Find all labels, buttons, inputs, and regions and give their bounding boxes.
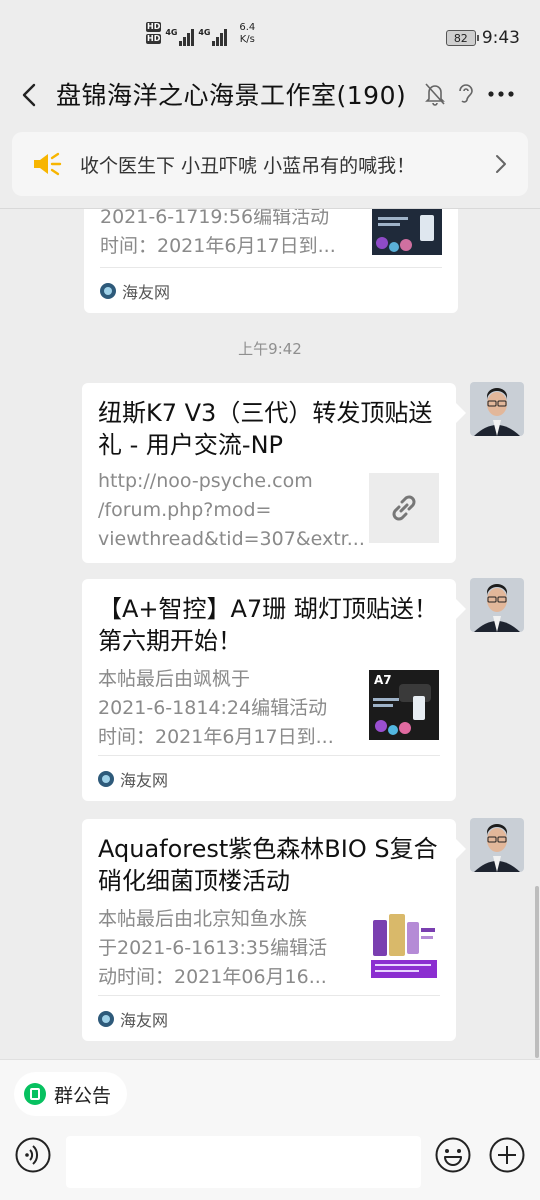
signal-icon: 4G <box>165 22 195 46</box>
title-bar: 盘锦海洋之心海景工作室(190) <box>0 72 540 118</box>
emoji-icon[interactable] <box>434 1136 472 1174</box>
ear-icon <box>459 84 473 103</box>
card-title: 【A+智控】A7珊 瑚灯顶贴送！第六期开始！ <box>98 595 438 655</box>
network-speed-unit: K/s <box>239 34 255 45</box>
bubble-tail <box>456 839 466 859</box>
network-type-label: 4G <box>165 28 178 37</box>
mute-bell-icon <box>425 83 445 106</box>
message-input[interactable] <box>66 1136 421 1188</box>
source-name: 海友网 <box>120 1010 169 1030</box>
bubble-tail <box>456 403 466 423</box>
card-description: 本帖最后由北京知鱼水族 于2021-6-1613:35编辑活 动时间：2021年… <box>98 908 328 988</box>
announcement-text: 收个医生下 小丑吓唬 小蓝吊有的喊我！ <box>80 154 416 177</box>
scrollbar[interactable] <box>535 886 539 1058</box>
chat-title: 盘锦海洋之心海景工作室(190) <box>56 81 407 110</box>
card-description: 本帖最后由飒枫于 2021-6-1814:24编辑活动 时间：2021年6月17… <box>98 668 334 748</box>
avatar[interactable] <box>470 578 524 632</box>
source-name: 海友网 <box>122 282 171 302</box>
group-notice-label: 群公告 <box>54 1084 112 1107</box>
signal-icon: 4G <box>198 22 228 46</box>
source-logo-icon <box>98 770 114 787</box>
thumbnail-label: A7 <box>374 673 392 687</box>
link-thumbnail <box>369 473 439 543</box>
network-speed-value: 6.4 <box>239 22 256 33</box>
bubble-tail <box>456 599 466 619</box>
battery-level: 82 <box>453 31 468 45</box>
card-title: Aquaforest紫色森林BIO S复合硝化细菌顶楼活动 <box>98 835 438 895</box>
source-name: 海友网 <box>120 770 169 790</box>
add-icon[interactable] <box>488 1136 526 1174</box>
shared-link-card[interactable]: 2021-6-1719:56编辑活动 时间：2021年6月17日到... 海友网 <box>84 209 458 313</box>
announcement-banner[interactable]: 收个医生下 小丑吓唬 小蓝吊有的喊我！ <box>12 132 528 196</box>
article-thumbnail <box>372 209 442 255</box>
network-speed: 6.4 K/s <box>239 22 255 46</box>
card-source: 海友网 <box>98 755 440 801</box>
source-logo-icon <box>98 1010 114 1027</box>
group-notice-button[interactable]: 群公告 <box>14 1072 128 1116</box>
chevron-right-icon <box>496 155 506 173</box>
hd-badge: HD <box>146 34 162 44</box>
article-thumbnail <box>369 910 439 980</box>
card-description: 2021-6-1719:56编辑活动 时间：2021年6月17日到... <box>100 209 336 257</box>
card-source: 海友网 <box>98 995 440 1041</box>
shared-link-card[interactable]: Aquaforest紫色森林BIO S复合硝化细菌顶楼活动 本帖最后由北京知鱼水… <box>82 819 466 1041</box>
status-right: 82 9:43 <box>445 28 520 48</box>
bottom-panel: 群公告 <box>0 1059 540 1200</box>
network-type-label: 4G <box>198 28 211 37</box>
card-source: 海友网 <box>100 267 442 313</box>
voice-icon[interactable] <box>14 1136 52 1174</box>
shared-link-card[interactable]: 纽斯K7 V3（三代）转发顶贴送礼 - 用户交流-NP http://noo-p… <box>82 383 466 563</box>
group-notice-icon <box>24 1083 46 1105</box>
article-thumbnail: A7 <box>369 670 439 740</box>
clock: 9:43 <box>481 28 520 48</box>
back-icon[interactable] <box>16 80 46 110</box>
source-logo-icon <box>100 282 116 299</box>
status-bar: HD HD 4G 4G 6.4 K/s 82 9:43 <box>0 0 540 72</box>
avatar[interactable] <box>470 382 524 436</box>
title-actions <box>424 82 516 106</box>
message-timestamp: 上午9:42 <box>238 340 302 358</box>
shared-link-card[interactable]: 【A+智控】A7珊 瑚灯顶贴送！第六期开始！ 本帖最后由飒枫于 2021-6-1… <box>82 579 466 801</box>
hd-badge: HD <box>146 22 162 32</box>
link-icon <box>392 495 416 521</box>
avatar[interactable] <box>470 818 524 872</box>
network-indicators: HD HD 4G 4G 6.4 K/s <box>146 22 255 46</box>
battery-icon: 82 <box>445 30 479 46</box>
input-bar <box>0 1130 540 1200</box>
more-icon[interactable] <box>486 82 516 106</box>
card-description: http://noo-psyche.com /forum.php?mod= vi… <box>98 470 365 550</box>
hd-badges: HD HD <box>146 22 162 44</box>
card-title: 纽斯K7 V3（三代）转发顶贴送礼 - 用户交流-NP <box>98 399 433 459</box>
chat-area[interactable]: 2021-6-1719:56编辑活动 时间：2021年6月17日到... 海友网… <box>0 209 540 1059</box>
speaker-icon <box>34 152 62 176</box>
